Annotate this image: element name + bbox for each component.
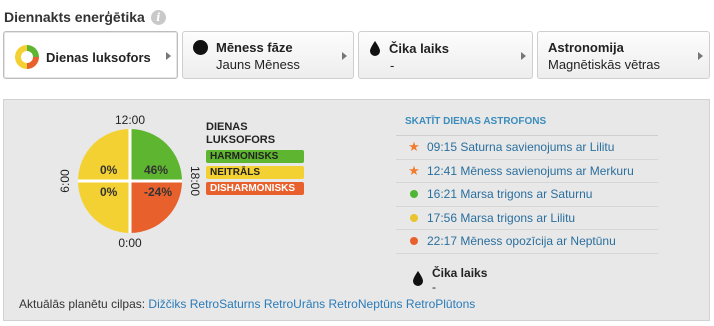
astro-event-item[interactable]: 16:21 Marsa trigons ar Saturnu [396, 183, 658, 207]
pie-value-label: -24% [144, 185, 172, 199]
retro-link[interactable]: Dižčiks [148, 297, 186, 311]
tab-astronomy[interactable]: Astronomija Magnētiskās vētras [537, 31, 710, 79]
retro-label: Aktuālās planētu cilpas: [19, 297, 146, 311]
tab-title: Mēness fāze [216, 40, 293, 55]
astro-event-item[interactable]: ★ 09:15 Saturna savienojums ar Lilitu [396, 136, 658, 160]
moon-phase-icon [193, 40, 208, 55]
astro-event-text: 17:56 Marsa trigons ar Lilitu [427, 210, 576, 225]
astro-event-text: 12:41 Mēness savienojums ar Merkuru [427, 163, 634, 178]
chevron-right-icon [521, 52, 526, 60]
tab-title: Dienas luksofors [46, 49, 151, 65]
legend-item: HARMONISKS [206, 150, 304, 163]
chart-legend: DIENAS LUKSOFORS HARMONISKS NEITRĀLS DISHA… [206, 121, 304, 195]
legend-item: DISHARMONISKS [206, 182, 304, 195]
void-of-course: Čika laiks - [412, 266, 487, 294]
retro-link[interactable]: RetroPlūtons [406, 297, 475, 311]
legend-title: DIENAS LUKSOFORS [206, 121, 276, 146]
section-header: Diennakts enerģētika i [4, 9, 166, 25]
energy-tabs: Dienas luksofors Mēness fāze Jauns Mēnes… [3, 31, 710, 79]
retro-link[interactable]: RetroNeptūns [329, 297, 403, 311]
dot-icon [410, 213, 418, 222]
legend-item: NEITRĀLS [206, 166, 304, 179]
astro-event-item[interactable]: 17:56 Marsa trigons ar Lilitu [396, 207, 658, 230]
star-icon: ★ [408, 162, 420, 178]
tick-label-bottom: 0:00 [118, 236, 142, 250]
pie-value-label: 0% [100, 185, 118, 199]
pie-value-label: 46% [144, 163, 168, 177]
retro-link[interactable]: RetroUrāns [264, 297, 325, 311]
astro-event-text: 09:15 Saturna savienojums ar Lilitu [427, 140, 615, 155]
tick-label-left: 6:00 [58, 169, 72, 193]
tab-title: Astronomija [548, 40, 624, 55]
retro-planets: Aktuālās planētu cilpas: Dižčiks RetroSa… [19, 297, 475, 311]
void-value: - [432, 280, 436, 294]
chevron-right-icon [166, 52, 171, 60]
drop-icon [370, 41, 380, 56]
section-title: Diennakts enerģētika [4, 9, 145, 25]
drop-icon [413, 271, 423, 286]
tab-title: Čika laiks [389, 40, 449, 56]
retro-link[interactable]: RetroSaturns [190, 297, 261, 311]
tab-subtitle: Magnētiskās vētras [548, 57, 660, 72]
day-traffic-light-chart: 46% -24% 0% 0% 12:00 0:00 6:00 18:00 [58, 113, 202, 250]
void-title: Čika laiks [432, 266, 488, 280]
tab-subtitle: - [390, 58, 395, 73]
tab-void-of-course[interactable]: Čika laiks - [358, 31, 533, 79]
pie-value-label: 0% [100, 163, 118, 177]
traffic-light-icon [15, 45, 39, 69]
astro-event-item[interactable]: ★ 12:41 Mēness savienojums ar Merkuru [396, 160, 658, 183]
info-icon[interactable]: i [150, 9, 166, 25]
tick-label-top: 12:00 [115, 113, 145, 127]
chevron-right-icon [342, 52, 347, 60]
chevron-right-icon [698, 52, 703, 60]
tab-subtitle: Jauns Mēness [216, 57, 300, 72]
astro-event-text: 22:17 Mēness opozīcija ar Neptūnu [427, 234, 616, 249]
dot-icon [410, 190, 418, 199]
astro-event-item[interactable]: 22:17 Mēness opozīcija ar Neptūnu [396, 230, 658, 254]
astro-event-text: 16:21 Marsa trigons ar Saturnu [427, 187, 593, 202]
tab-moon-phase[interactable]: Mēness fāze Jauns Mēness [182, 31, 354, 79]
tab-day-traffic-light[interactable]: Dienas luksofors [3, 31, 178, 79]
dot-icon [410, 237, 418, 246]
star-icon: ★ [408, 139, 420, 155]
astro-events: SKATĪT DIENAS ASTROFONS ★ 09:15 Saturna s… [396, 112, 658, 254]
astro-link[interactable]: SKATĪT DIENAS ASTROFONS [396, 112, 658, 136]
tick-label-right: 18:00 [188, 166, 202, 196]
